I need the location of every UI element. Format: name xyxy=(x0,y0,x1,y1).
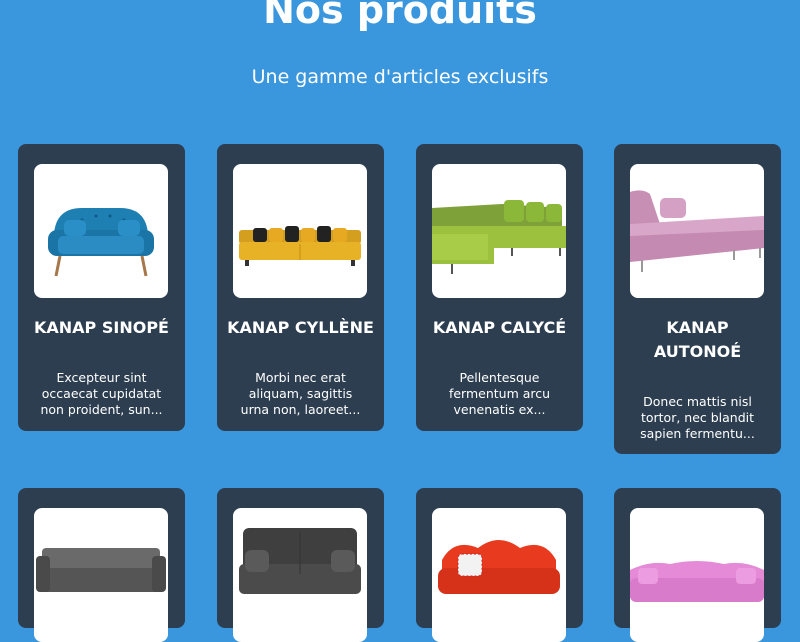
pink-chaise-sofa-icon xyxy=(630,190,764,272)
product-description: Donec mattis nisl tortor, nec blandit sa… xyxy=(640,394,755,441)
product-image[interactable] xyxy=(34,164,168,298)
green-sectional-sofa-icon xyxy=(432,200,566,274)
product-name: KANAP SINOPÉ xyxy=(34,318,169,337)
product-card[interactable]: KANAP SINOPÉ Excepteur sint occaecat cup… xyxy=(18,144,185,431)
grey-sofa-icon xyxy=(36,548,166,592)
product-image[interactable] xyxy=(630,164,764,298)
page-title: Nos produits xyxy=(263,0,537,32)
product-card[interactable]: KANAP AUTONOÉ Donec mattis nisl tortor, … xyxy=(614,144,781,454)
product-image[interactable] xyxy=(233,508,367,642)
product-image[interactable] xyxy=(630,508,764,642)
product-name: KANAP CYLLÈNE xyxy=(227,318,374,337)
blue-tufted-sofa-icon xyxy=(48,208,154,277)
pink-tufted-sofa-icon xyxy=(630,561,764,602)
product-card[interactable] xyxy=(217,488,384,642)
product-name: KANAP AUTONOÉ xyxy=(653,318,742,361)
product-image[interactable] xyxy=(432,508,566,642)
yellow-sofa-icon xyxy=(239,226,361,266)
page-subtitle: Une gamme d'articles exclusifs xyxy=(251,66,549,88)
product-card[interactable]: KANAP CALYCÉ Pellentesque fermentum arcu… xyxy=(416,144,583,431)
red-curved-sofa-icon xyxy=(438,540,560,594)
product-description: Excepteur sint occaecat cupidatat non pr… xyxy=(40,370,163,417)
product-name: KANAP CALYCÉ xyxy=(432,318,567,337)
dark-grey-sofa-icon xyxy=(239,528,361,594)
product-image[interactable] xyxy=(34,508,168,642)
product-image[interactable] xyxy=(432,164,566,298)
product-card[interactable]: KANAP CYLLÈNE Morbi nec erat aliquam, sa… xyxy=(217,144,384,431)
product-card[interactable] xyxy=(18,488,185,642)
product-card[interactable] xyxy=(614,488,781,642)
product-card[interactable] xyxy=(416,488,583,642)
product-description: Morbi nec erat aliquam, sagittis urna no… xyxy=(240,370,361,417)
product-description: Pellentesque fermentum arcu venenatis ex… xyxy=(448,370,551,417)
product-image[interactable] xyxy=(233,164,367,298)
